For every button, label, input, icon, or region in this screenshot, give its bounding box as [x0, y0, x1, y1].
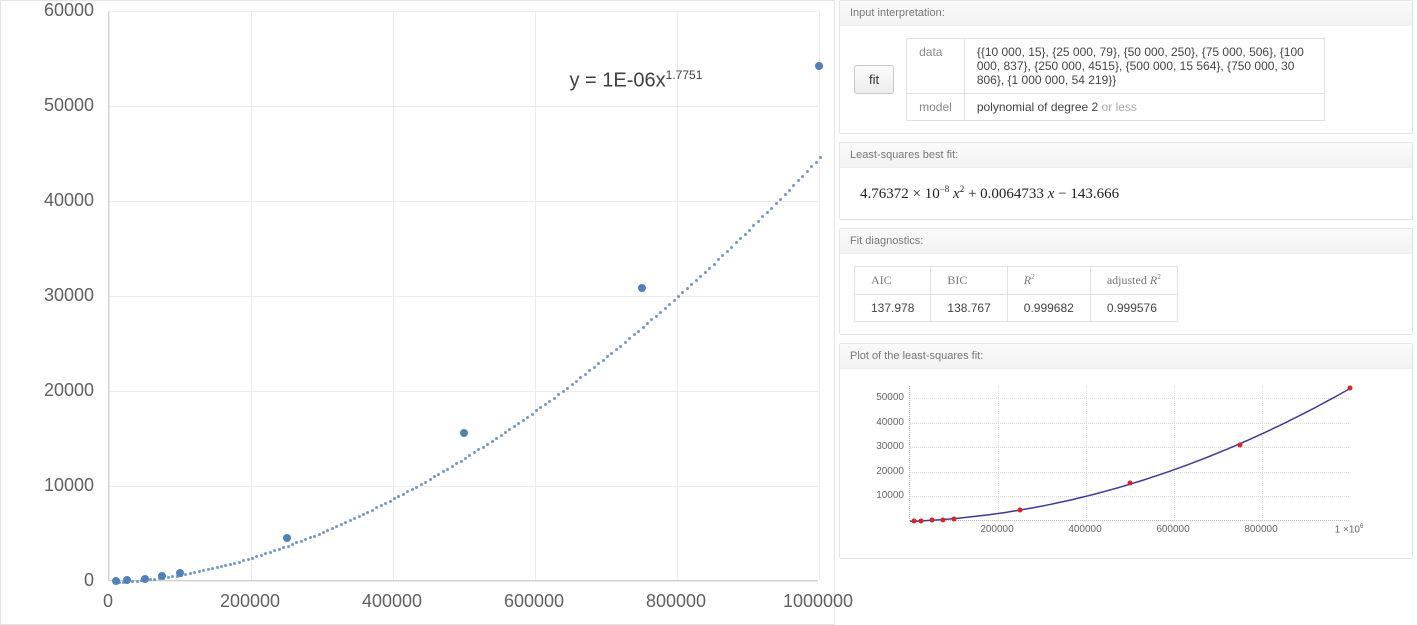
input-table: data {{10 000, 15}, {25 000, 79}, {50 00… [906, 38, 1325, 121]
mini-plot: 1000020000300004000050000200000400000600… [854, 381, 1374, 546]
mini-data-point [919, 518, 924, 523]
section-header: Least-squares best fit: [840, 143, 1412, 168]
best-fit-formula: 4.76372 × 10−8 x2 + 0.0064733 x − 143.66… [854, 180, 1398, 207]
data-value: {{10 000, 15}, {25 000, 79}, {50 000, 25… [964, 39, 1324, 94]
data-key: data [907, 39, 965, 94]
model-key: model [907, 94, 965, 121]
data-point [283, 534, 291, 542]
data-point [460, 429, 468, 437]
main-scatter-chart: y = 1E-06x1.7751 01000020000300004000050… [0, 0, 835, 625]
diagnostics-table: AICBICR2adjusted R2 137.978138.7670.9996… [854, 266, 1178, 322]
mini-plot-section: Plot of the least-squares fit: 100002000… [839, 343, 1413, 559]
mini-data-point [1018, 507, 1023, 512]
diagnostics-section: Fit diagnostics: AICBICR2adjusted R2 137… [839, 228, 1413, 335]
mini-data-point [1238, 443, 1243, 448]
data-point [141, 575, 149, 583]
mini-data-point [1128, 480, 1133, 485]
plot-area [108, 11, 818, 581]
data-point [176, 569, 184, 577]
data-point [158, 572, 166, 580]
model-value: polynomial of degree 2 or less [964, 94, 1324, 121]
mini-data-point [952, 516, 957, 521]
section-header: Plot of the least-squares fit: [840, 344, 1412, 369]
mini-data-point [941, 517, 946, 522]
data-point [123, 576, 131, 584]
data-point [638, 284, 646, 292]
input-interpretation-section: Input interpretation: fit data {{10 000,… [839, 0, 1413, 134]
results-panel: Input interpretation: fit data {{10 000,… [835, 0, 1417, 625]
trendline-equation: y = 1E-06x1.7751 [570, 68, 703, 93]
fit-button[interactable]: fit [854, 65, 894, 94]
best-fit-section: Least-squares best fit: 4.76372 × 10−8 x… [839, 142, 1413, 220]
section-header: Input interpretation: [840, 1, 1412, 26]
mini-plot-area [909, 386, 1349, 521]
mini-data-point [912, 518, 917, 523]
data-point [815, 62, 823, 70]
mini-data-point [1348, 385, 1353, 390]
mini-data-point [930, 518, 935, 523]
section-header: Fit diagnostics: [840, 229, 1412, 254]
data-point [112, 577, 120, 585]
